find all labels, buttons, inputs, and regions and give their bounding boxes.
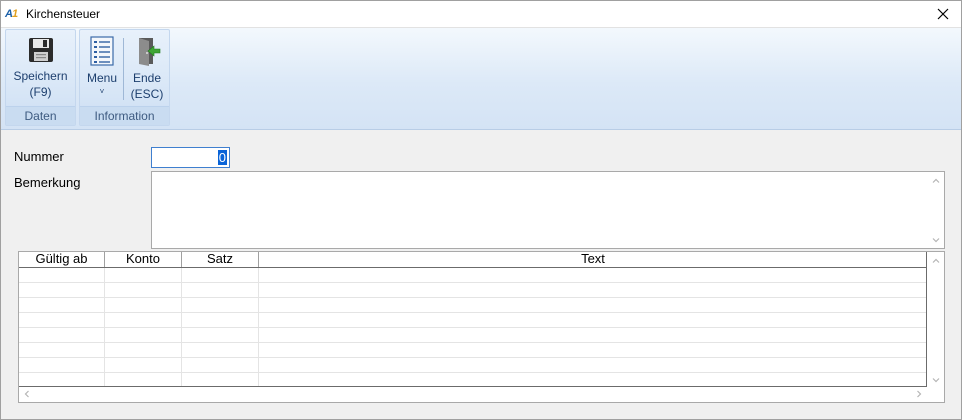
table-cell[interactable]	[182, 283, 259, 298]
menu-button-label: Menu	[86, 71, 118, 85]
scroll-left-icon[interactable]	[22, 389, 32, 399]
ribbon: Speichern (F9) Daten Menu ˅ Ende (ESC) I…	[1, 28, 961, 130]
table-cell[interactable]	[182, 358, 259, 373]
table-cell[interactable]	[105, 283, 182, 298]
column-header-konto[interactable]: Konto	[105, 252, 182, 267]
column-header-satz[interactable]: Satz	[182, 252, 259, 267]
table-cell[interactable]	[259, 373, 926, 386]
bemerkung-field[interactable]	[151, 171, 945, 249]
table-cell[interactable]	[19, 343, 105, 358]
exit-door-icon	[139, 38, 161, 66]
scroll-right-icon[interactable]	[914, 389, 924, 399]
table-cell[interactable]	[259, 283, 926, 298]
close-button[interactable]	[925, 1, 961, 27]
nummer-label: Nummer	[14, 149, 64, 164]
scroll-up-icon[interactable]	[931, 176, 941, 186]
table-cell[interactable]	[19, 358, 105, 373]
ribbon-group-information: Menu ˅ Ende (ESC) Information	[79, 29, 170, 126]
window-title: Kirchensteuer	[26, 7, 101, 21]
save-button[interactable]: Speichern (F9)	[8, 32, 73, 100]
ribbon-group-label: Daten	[6, 106, 75, 125]
table-cell[interactable]	[19, 283, 105, 298]
ribbon-separator	[123, 38, 124, 100]
column-header-text[interactable]: Text	[259, 252, 926, 267]
app-window: A1 Kirchensteuer Speichern (F9) Daten Me…	[0, 0, 962, 420]
table-cell[interactable]	[105, 313, 182, 328]
table-cell[interactable]	[19, 298, 105, 313]
table-cell[interactable]	[105, 268, 182, 283]
table-row[interactable]	[19, 328, 926, 343]
table-cell[interactable]	[105, 298, 182, 313]
exit-button-shortcut: (ESC)	[130, 87, 164, 101]
kirchensteuer-grid[interactable]: Gültig ab Konto Satz Text	[18, 251, 945, 403]
grid-body: Gültig ab Konto Satz Text	[19, 252, 927, 387]
table-cell[interactable]	[19, 328, 105, 343]
table-row[interactable]	[19, 268, 926, 283]
bemerkung-label: Bemerkung	[14, 175, 81, 190]
save-button-shortcut: (F9)	[29, 85, 52, 99]
table-cell[interactable]	[182, 313, 259, 328]
nummer-field[interactable]: 0	[151, 147, 230, 168]
table-cell[interactable]	[259, 343, 926, 358]
menu-button[interactable]: Menu ˅	[82, 32, 122, 97]
table-cell[interactable]	[182, 298, 259, 313]
title-bar: A1 Kirchensteuer	[1, 1, 961, 28]
grid-header: Gültig ab Konto Satz Text	[19, 252, 926, 268]
table-cell[interactable]	[19, 268, 105, 283]
table-row[interactable]	[19, 298, 926, 313]
table-cell[interactable]	[259, 358, 926, 373]
exit-button-label: Ende	[132, 71, 162, 85]
save-icon	[28, 38, 53, 62]
table-row[interactable]	[19, 313, 926, 328]
table-row[interactable]	[19, 283, 926, 298]
table-cell[interactable]	[259, 313, 926, 328]
ribbon-group-daten: Speichern (F9) Daten	[5, 29, 76, 126]
ribbon-group-label: Information	[80, 106, 169, 125]
app-logo-icon: A1	[5, 8, 18, 20]
table-cell[interactable]	[105, 328, 182, 343]
chevron-down-icon: ˅	[99, 87, 105, 96]
table-cell[interactable]	[182, 343, 259, 358]
table-row[interactable]	[19, 343, 926, 358]
menu-list-icon	[90, 36, 114, 66]
table-row[interactable]	[19, 358, 926, 373]
scroll-down-icon[interactable]	[931, 375, 941, 385]
table-cell[interactable]	[19, 373, 105, 386]
table-cell[interactable]	[182, 268, 259, 283]
close-icon	[937, 8, 949, 20]
scroll-down-icon[interactable]	[931, 235, 941, 245]
table-cell[interactable]	[19, 313, 105, 328]
table-cell[interactable]	[259, 328, 926, 343]
table-cell[interactable]	[105, 373, 182, 386]
table-cell[interactable]	[182, 328, 259, 343]
table-cell[interactable]	[259, 298, 926, 313]
table-cell[interactable]	[259, 268, 926, 283]
column-header-gueltig-ab[interactable]: Gültig ab	[19, 252, 105, 267]
save-button-label: Speichern	[13, 69, 68, 83]
exit-button[interactable]: Ende (ESC)	[126, 32, 168, 102]
table-cell[interactable]	[182, 373, 259, 386]
scroll-up-icon[interactable]	[931, 256, 941, 266]
grid-vertical-scrollbar[interactable]	[927, 252, 944, 387]
table-cell[interactable]	[105, 343, 182, 358]
nummer-value: 0	[217, 150, 227, 165]
grid-horizontal-scrollbar[interactable]	[19, 386, 927, 402]
table-row[interactable]	[19, 373, 926, 386]
table-cell[interactable]	[105, 358, 182, 373]
